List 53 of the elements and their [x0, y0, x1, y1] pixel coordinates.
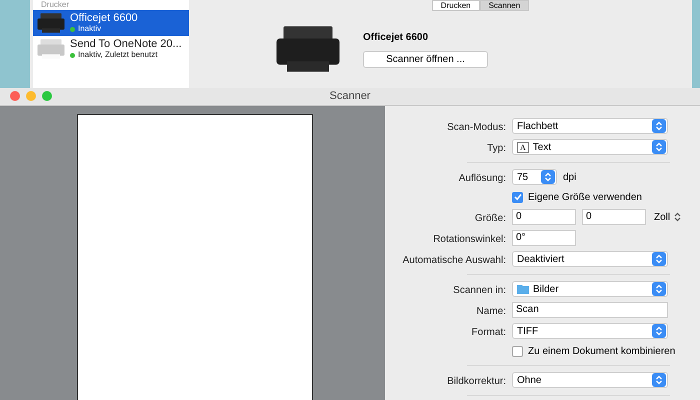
field-label: Automatische Auswahl: — [402, 255, 506, 266]
segment-tab[interactable]: Scannen — [480, 0, 530, 11]
open-scanner-button[interactable]: Scanner öffnen ... — [363, 51, 488, 68]
popup-menu[interactable]: Flachbett — [512, 118, 668, 134]
field-label: Rotationswinkel: — [433, 234, 506, 245]
popup-menu[interactable]: Deaktiviert — [512, 251, 668, 267]
field-label: Bildkorrektur: — [447, 376, 506, 387]
popup-arrows-icon — [652, 119, 666, 133]
popup-arrows-icon — [541, 170, 555, 184]
input-field[interactable]: Scan — [512, 302, 668, 318]
checkbox-label: Zu einem Dokument kombinieren — [528, 344, 676, 358]
popup-menu[interactable]: Bilder — [512, 281, 668, 297]
height-input[interactable]: 0 — [582, 209, 646, 225]
window-title: Scanner — [330, 89, 370, 104]
checkbox[interactable] — [512, 346, 523, 356]
field-label: Format: — [472, 327, 506, 338]
popup-menu[interactable]: A Text — [512, 139, 668, 155]
input-field[interactable]: 0° — [512, 230, 576, 246]
printer-name: Officejet 6600 — [70, 12, 138, 24]
checkbox-label: Eigene Größe verwenden — [528, 190, 642, 204]
field-label: Typ: — [487, 143, 506, 154]
printer-status: Inaktiv — [78, 24, 102, 34]
printer-title: Officejet 6600 — [363, 31, 430, 45]
printer-name: Send To OneNote 20... — [70, 38, 182, 50]
printer-list-item[interactable]: Send To OneNote 20... Inaktiv, Zuletzt benutzt — [33, 36, 189, 62]
printer-icon — [36, 11, 66, 35]
minimize-button[interactable] — [26, 91, 36, 102]
popup-arrows-icon — [652, 324, 666, 338]
popup-menu[interactable]: Ohne — [512, 372, 668, 388]
unit-label: dpi — [563, 170, 576, 184]
close-button[interactable] — [10, 91, 20, 102]
popup-arrows-icon — [652, 140, 666, 154]
zoom-button[interactable] — [42, 91, 52, 102]
popup-arrows-icon — [652, 282, 666, 296]
field-label: Scannen in: — [453, 285, 506, 296]
type-glyph: A — [517, 142, 529, 152]
field-label: Größe: — [474, 213, 506, 224]
field-label: Scan-Modus: — [447, 122, 506, 133]
popup-menu[interactable]: TIFF — [512, 323, 668, 339]
folder-icon — [517, 284, 529, 294]
list-header: Drucker — [40, 0, 70, 10]
unit-label: Zoll — [654, 210, 670, 224]
stepper-arrows-icon[interactable] — [674, 212, 682, 222]
segment-tab[interactable]: Drucken — [432, 0, 480, 11]
checkbox[interactable] — [512, 192, 523, 202]
popup-arrows-icon — [652, 252, 666, 266]
printer-list-item[interactable]: Officejet 6600 Inaktiv — [33, 10, 189, 36]
width-input[interactable]: 0 — [512, 209, 576, 225]
resolution-popup[interactable]: 75 — [512, 169, 557, 185]
field-label: Auflösung: — [458, 173, 506, 184]
field-label: Name: — [476, 306, 506, 317]
popup-arrows-icon — [652, 373, 666, 387]
printer-status: Inaktiv, Zuletzt benutzt — [78, 50, 158, 60]
